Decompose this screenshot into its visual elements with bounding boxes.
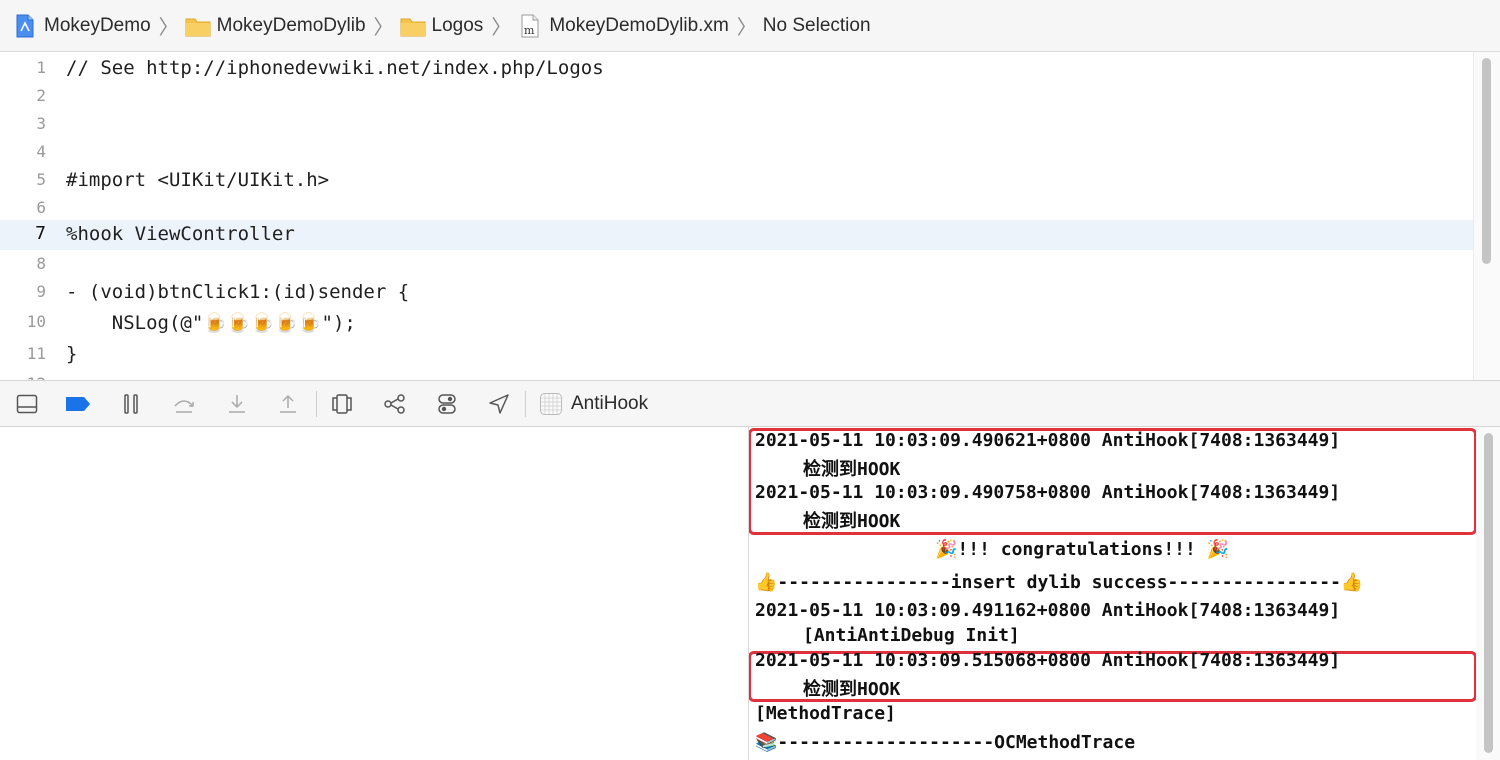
- line-number: 11: [26, 344, 46, 363]
- step-out-icon[interactable]: [274, 391, 302, 417]
- view-hierarchy-icon[interactable]: [328, 391, 356, 417]
- console-line: 📚--------------------OCMethodTrace: [755, 732, 1136, 753]
- line-number: 9: [36, 282, 46, 301]
- console-line: [AntiAntiDebug Init]: [803, 625, 1020, 646]
- code-line[interactable]: 8: [0, 250, 1474, 280]
- code-line[interactable]: 9 - (void)btnClick1:(id)sender {: [0, 278, 1474, 308]
- breadcrumb-item-selection[interactable]: No Selection: [763, 15, 871, 37]
- toolbar-divider: [525, 391, 526, 417]
- folder-icon: [185, 14, 211, 38]
- hide-debug-area-icon[interactable]: [13, 391, 41, 417]
- breadcrumb-item-project[interactable]: MokeyDemo: [12, 14, 151, 38]
- code-text: NSLog(@"🍺🍺🍺🍺🍺");: [66, 312, 356, 334]
- breadcrumb-label: MokeyDemoDylib.xm: [549, 14, 729, 36]
- chevron-right-icon: 〉: [158, 17, 179, 39]
- breadcrumb-label: Logos: [431, 14, 484, 36]
- code-text: #import <UIKit/UIKit.h>: [66, 169, 330, 191]
- console-line: 检测到HOOK: [803, 459, 901, 480]
- code-line[interactable]: 4: [0, 138, 1474, 168]
- line-number: 3: [36, 114, 46, 133]
- xcode-window: MokeyDemo 〉 MokeyDemoDylib 〉 Logos 〉 m M…: [0, 0, 1500, 760]
- chevron-right-icon: 〉: [491, 17, 512, 39]
- breakpoints-toggle-icon[interactable]: [64, 391, 92, 417]
- toolbar-divider: [316, 391, 317, 417]
- pause-icon[interactable]: [117, 391, 145, 417]
- code-line[interactable]: 3: [0, 110, 1474, 140]
- console-line: [MethodTrace]: [755, 703, 896, 724]
- console-line: 2021-05-11 10:03:09.491162+0800 AntiHook…: [755, 600, 1341, 621]
- svg-text:m: m: [524, 24, 535, 37]
- xcode-project-icon: [12, 14, 38, 38]
- app-target-icon[interactable]: [537, 391, 565, 417]
- line-number: 8: [36, 254, 46, 273]
- console-line: 🎉!!! congratulations!!! 🎉: [935, 539, 1230, 560]
- environment-overrides-icon[interactable]: [433, 391, 461, 417]
- source-file-icon: m: [517, 14, 543, 38]
- console-line: 2021-05-11 10:03:09.490621+0800 AntiHook…: [755, 430, 1341, 451]
- breadcrumb-label: No Selection: [762, 14, 871, 36]
- console-line: 👍----------------insert dylib success---…: [755, 572, 1364, 593]
- editor-scrollbar[interactable]: [1473, 52, 1500, 380]
- console-scrollbar[interactable]: [1476, 427, 1500, 760]
- breadcrumb-item-group-dylib[interactable]: MokeyDemoDylib: [185, 14, 366, 38]
- console-line: 2021-05-11 10:03:09.515068+0800 AntiHook…: [755, 650, 1341, 671]
- code-text: // See http://iphonedevwiki.net/index.ph…: [66, 57, 604, 79]
- console-line: 检测到HOOK: [803, 511, 901, 532]
- code-text: }: [66, 343, 78, 365]
- code-line[interactable]: 11 }: [0, 340, 1474, 370]
- code-line[interactable]: 1 // See http://iphonedevwiki.net/index.…: [0, 54, 1474, 84]
- debug-toolbar: AntiHook: [0, 380, 1500, 427]
- console-output[interactable]: 2021-05-11 10:03:09.490621+0800 AntiHook…: [748, 427, 1500, 760]
- memory-graph-icon[interactable]: [381, 391, 409, 417]
- chevron-right-icon: 〉: [736, 17, 757, 39]
- line-number: 2: [36, 86, 46, 105]
- line-number: 1: [36, 58, 46, 77]
- console-line: 检测到HOOK: [803, 679, 901, 700]
- line-number: 6: [36, 198, 46, 217]
- breadcrumb: MokeyDemo 〉 MokeyDemoDylib 〉 Logos 〉 m M…: [0, 0, 1500, 52]
- breadcrumb-item-group-logos[interactable]: Logos: [400, 14, 484, 38]
- step-into-icon[interactable]: [223, 391, 251, 417]
- line-number: 4: [36, 142, 46, 161]
- console-line: 2021-05-11 10:03:09.490758+0800 AntiHook…: [755, 482, 1341, 503]
- breadcrumb-item-file[interactable]: m MokeyDemoDylib.xm: [517, 14, 729, 38]
- breadcrumb-label: MokeyDemoDylib: [216, 14, 366, 36]
- chevron-right-icon: 〉: [373, 17, 394, 39]
- code-line-current[interactable]: 7 %hook ViewController: [0, 220, 1474, 250]
- folder-icon: [400, 14, 426, 38]
- code-line[interactable]: 12: [0, 370, 1474, 380]
- simulate-location-icon[interactable]: [485, 391, 513, 417]
- source-editor[interactable]: 1 // See http://iphonedevwiki.net/index.…: [0, 52, 1500, 380]
- line-number: 5: [36, 170, 46, 189]
- code-text: %hook ViewController: [66, 223, 295, 245]
- breadcrumb-label: MokeyDemo: [44, 14, 151, 36]
- scrollbar-thumb[interactable]: [1484, 433, 1493, 753]
- code-line[interactable]: 5 #import <UIKit/UIKit.h>: [0, 166, 1474, 196]
- scrollbar-thumb[interactable]: [1482, 58, 1491, 264]
- debug-target-name[interactable]: AntiHook: [571, 393, 648, 415]
- step-over-icon[interactable]: [170, 391, 198, 417]
- code-line[interactable]: 10 NSLog(@"🍺🍺🍺🍺🍺");: [0, 308, 1474, 338]
- code-text: - (void)btnClick1:(id)sender {: [66, 281, 410, 303]
- line-number: 10: [26, 312, 46, 331]
- variables-view[interactable]: [0, 427, 748, 760]
- code-line[interactable]: 2: [0, 82, 1474, 112]
- line-number: 7: [35, 223, 46, 244]
